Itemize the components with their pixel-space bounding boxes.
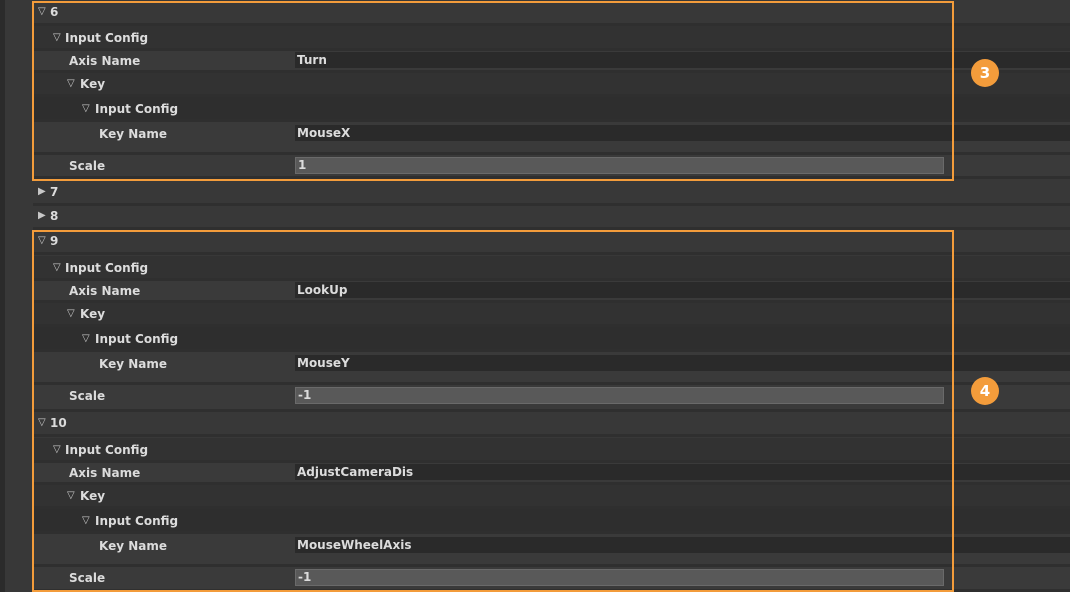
left-panel-edge — [0, 0, 5, 592]
array-element-6[interactable]: ▽ 6 — [33, 2, 1070, 26]
triangle-down-icon[interactable]: ▽ — [53, 259, 61, 277]
key-input-config-header[interactable]: ▽ Input Config — [33, 327, 1070, 352]
step-badge-3: 3 — [971, 59, 999, 87]
step-badge-4: 4 — [971, 377, 999, 405]
input-config-header[interactable]: ▽ Input Config — [33, 438, 1070, 463]
key-name-value[interactable]: MouseWheelAxis — [295, 537, 1070, 553]
input-config-label: Input Config — [65, 443, 149, 457]
axis-name-label: Axis Name — [69, 466, 141, 480]
scale-input[interactable]: -1 — [295, 569, 944, 586]
input-config-header[interactable]: ▽ Input Config — [33, 26, 1070, 51]
triangle-down-icon[interactable]: ▽ — [67, 487, 75, 505]
key-header[interactable]: ▽ Key — [33, 73, 1070, 97]
key-name-value[interactable]: MouseY — [295, 355, 1070, 371]
input-config-label: Input Config — [95, 514, 179, 528]
triangle-down-icon[interactable]: ▽ — [67, 75, 75, 93]
key-name-row: Key Name MouseWheelAxis — [33, 534, 1070, 567]
triangle-down-icon[interactable]: ▽ — [82, 330, 90, 348]
input-config-label: Input Config — [95, 332, 179, 346]
key-name-label: Key Name — [99, 127, 168, 141]
key-name-label: Key Name — [99, 539, 168, 553]
axis-name-label: Axis Name — [69, 284, 141, 298]
triangle-down-icon[interactable]: ▽ — [38, 231, 46, 251]
array-element-7[interactable]: ▶ 7 — [33, 182, 1070, 206]
scale-input[interactable]: -1 — [295, 387, 944, 404]
key-name-row: Key Name MouseX — [33, 122, 1070, 155]
scale-row: Scale -1 — [33, 385, 1070, 412]
key-label: Key — [80, 489, 106, 503]
scale-input[interactable]: 1 — [295, 157, 944, 174]
array-element-8[interactable]: ▶ 8 — [33, 206, 1070, 230]
input-config-header[interactable]: ▽ Input Config — [33, 256, 1070, 281]
scale-label: Scale — [69, 571, 106, 585]
element-index: 7 — [50, 185, 59, 199]
triangle-right-icon[interactable]: ▶ — [38, 182, 46, 202]
element-index: 8 — [50, 209, 59, 223]
key-label: Key — [80, 307, 106, 321]
scale-row: Scale 1 — [33, 155, 1070, 179]
key-name-value[interactable]: MouseX — [295, 125, 1070, 141]
axis-name-row: Axis Name AdjustCameraDis — [33, 463, 1070, 485]
axis-name-value[interactable]: Turn — [295, 52, 1070, 68]
triangle-down-icon[interactable]: ▽ — [67, 305, 75, 323]
scale-label: Scale — [69, 389, 106, 403]
triangle-down-icon[interactable]: ▽ — [38, 2, 46, 22]
array-element-10[interactable]: ▽ 10 — [33, 413, 1070, 437]
element-index: 10 — [50, 416, 67, 430]
scale-row: Scale -1 — [33, 567, 1070, 592]
triangle-down-icon[interactable]: ▽ — [53, 29, 61, 47]
axis-name-value[interactable]: LookUp — [295, 282, 1070, 298]
axis-name-value[interactable]: AdjustCameraDis — [295, 464, 1070, 480]
element-index: 6 — [50, 5, 59, 19]
element-index: 9 — [50, 234, 59, 248]
axis-name-row: Axis Name Turn — [33, 51, 1070, 73]
triangle-down-icon[interactable]: ▽ — [38, 413, 46, 433]
array-element-9[interactable]: ▽ 9 — [33, 231, 1070, 255]
triangle-down-icon[interactable]: ▽ — [82, 512, 90, 530]
key-header[interactable]: ▽ Key — [33, 485, 1070, 509]
input-config-label: Input Config — [65, 31, 149, 45]
key-name-label: Key Name — [99, 357, 168, 371]
axis-name-row: Axis Name LookUp — [33, 281, 1070, 303]
key-input-config-header[interactable]: ▽ Input Config — [33, 509, 1070, 534]
input-config-label: Input Config — [65, 261, 149, 275]
key-name-row: Key Name MouseY — [33, 352, 1070, 385]
triangle-down-icon[interactable]: ▽ — [82, 100, 90, 118]
key-header[interactable]: ▽ Key — [33, 303, 1070, 327]
axis-name-label: Axis Name — [69, 54, 141, 68]
input-config-label: Input Config — [95, 102, 179, 116]
triangle-right-icon[interactable]: ▶ — [38, 206, 46, 226]
key-input-config-header[interactable]: ▽ Input Config — [33, 97, 1070, 122]
triangle-down-icon[interactable]: ▽ — [53, 441, 61, 459]
scale-label: Scale — [69, 159, 106, 173]
key-label: Key — [80, 77, 106, 91]
